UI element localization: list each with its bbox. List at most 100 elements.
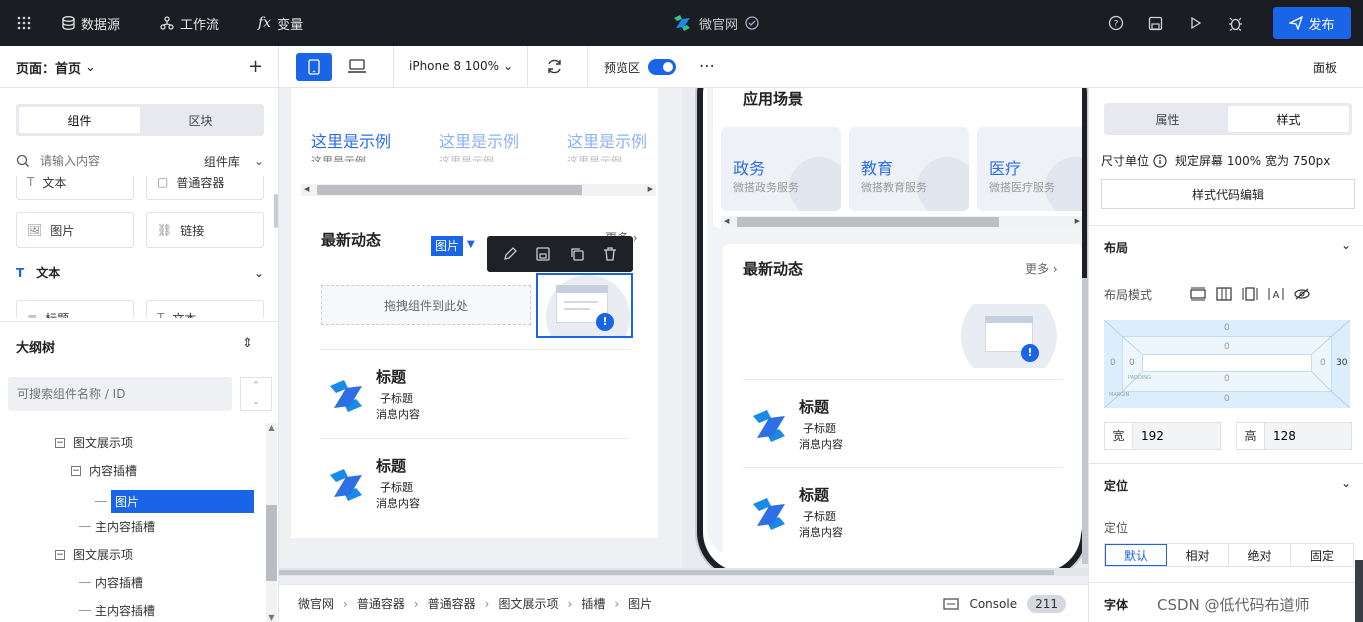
inline-text-icon[interactable]: A [1267, 285, 1285, 303]
collapse-box-icon[interactable]: − [71, 465, 81, 476]
padding-right-value[interactable]: 0 [1320, 358, 1326, 368]
margin-right-value[interactable]: 30 [1336, 358, 1347, 368]
selected-image[interactable]: ! [536, 273, 633, 338]
tab-properties[interactable]: 属性 [1107, 106, 1228, 132]
news-item[interactable]: 标题 子标题 消息内容 [320, 438, 630, 527]
phone-more-link[interactable]: 更多 › [1025, 260, 1058, 277]
outline-node[interactable]: − 图文展示项 [55, 434, 133, 451]
console-toggle[interactable]: Console 211 [943, 594, 1066, 613]
breadcrumb-item[interactable]: 普通容器 [428, 595, 476, 612]
padding-top-value[interactable]: 0 [1224, 342, 1230, 352]
dropzone[interactable]: 拖拽组件到此处 [321, 285, 531, 325]
breadcrumb-item[interactable]: 微官网 [298, 595, 334, 612]
position-fixed[interactable]: 固定 [1291, 544, 1353, 566]
position-default[interactable]: 默认 [1105, 544, 1167, 566]
component-link[interactable]: ⛓ 链接 [146, 212, 264, 248]
outline-node[interactable]: 主内容插槽 [71, 602, 155, 619]
help-icon[interactable]: ? [1108, 0, 1124, 46]
outline-node[interactable]: − 内容插槽 [71, 462, 137, 479]
panel-toggle[interactable]: 面板 [1313, 59, 1337, 76]
side-scroll-handle[interactable] [1355, 560, 1363, 622]
breadcrumb-item[interactable]: 图片 [628, 595, 652, 612]
chevron-down-icon[interactable]: ⌄ [1341, 238, 1351, 252]
delete-icon[interactable] [602, 246, 618, 262]
add-page-icon[interactable]: + [248, 56, 263, 77]
workflow-button[interactable]: 工作流 [160, 0, 219, 46]
scene-tile[interactable]: 政务 微搭政务服务 [721, 127, 841, 211]
component-text[interactable]: T 文本 [16, 176, 134, 200]
scene-tile[interactable]: 医疗 微搭医疗服务 [977, 127, 1082, 211]
tab-styles[interactable]: 样式 [1228, 106, 1349, 132]
examples-scrollbar[interactable]: ◀ ▶ [301, 184, 656, 196]
component-textblock[interactable]: T 文本 [146, 300, 264, 318]
scene-scrollbar[interactable]: ◀ ▶ [721, 216, 1082, 228]
tab-blocks[interactable]: 区块 [140, 107, 261, 133]
collapse-box-icon[interactable]: − [55, 437, 65, 448]
position-relative[interactable]: 相对 [1167, 544, 1229, 566]
news-item[interactable]: 标题 子标题 消息内容 [320, 349, 630, 438]
component-heading[interactable]: ≡ 标题 [16, 300, 134, 318]
hidden-eye-icon[interactable] [1293, 285, 1311, 303]
edit-icon[interactable] [502, 246, 518, 262]
save-icon[interactable] [1148, 0, 1163, 46]
chevron-down-icon[interactable]: ⌄ [252, 397, 260, 407]
text-group-header[interactable]: T 文本 ⌄ [16, 264, 264, 281]
block-layout-icon[interactable] [1189, 285, 1207, 303]
run-icon[interactable] [1190, 0, 1202, 46]
scene-scrollbar-thumb[interactable] [737, 217, 999, 227]
chevron-up-icon[interactable]: ⌃ [252, 381, 260, 391]
library-selector[interactable]: 组件库 [204, 153, 240, 170]
position-absolute[interactable]: 绝对 [1229, 544, 1291, 566]
publish-button[interactable]: 发布 [1273, 7, 1351, 39]
outline-stepper[interactable]: ⌃ ⌄ [240, 377, 272, 411]
search-input[interactable] [40, 154, 180, 168]
news-item[interactable]: 标题 子标题 消息内容 [743, 467, 1063, 555]
outline-node[interactable]: − 图文展示项 [55, 546, 133, 563]
example-item[interactable]: 这里是示例 这里是示例 [439, 128, 559, 162]
mobile-view-button[interactable] [296, 53, 332, 81]
flex-layout-icon[interactable] [1215, 285, 1233, 303]
preview-toggle[interactable] [648, 59, 676, 75]
desktop-view-button[interactable] [347, 58, 367, 77]
outline-node[interactable]: 内容插槽 [71, 574, 143, 591]
style-code-button[interactable]: 样式代码编辑 [1101, 179, 1355, 209]
box-model[interactable]: MARGIN PADDING 0 0 0 0 0 0 0 30 [1104, 320, 1350, 408]
inline-block-icon[interactable] [1241, 285, 1259, 303]
examples-scrollbar-thumb[interactable] [317, 185, 582, 195]
outline-node[interactable]: 图片 [87, 490, 254, 513]
outline-search-input[interactable] [8, 377, 232, 411]
news-item[interactable]: 标题 子标题 消息内容 [743, 379, 1063, 467]
example-item[interactable]: 这里是示例 这里是示例 [567, 128, 658, 162]
collapse-box-icon[interactable]: − [55, 549, 65, 560]
component-image[interactable]: 🖼 图片 [16, 212, 134, 248]
padding-left-value[interactable]: 0 [1129, 358, 1135, 368]
more-options-icon[interactable]: ⋯ [699, 56, 715, 75]
copy-icon[interactable] [569, 246, 585, 262]
height-input[interactable] [1265, 429, 1345, 443]
width-input[interactable] [1133, 429, 1213, 443]
page-selector[interactable]: 页面：首页 ⌄ [16, 58, 96, 77]
save-icon[interactable] [535, 246, 551, 262]
chevron-down-icon[interactable]: ⌄ [254, 154, 264, 168]
collapse-icon[interactable]: ⇕ [242, 336, 253, 351]
breadcrumb-item[interactable]: 插槽 [581, 595, 605, 612]
chevron-down-icon[interactable]: ⌄ [1341, 476, 1351, 490]
example-item[interactable]: 这里是示例 这里是示例 [311, 128, 431, 162]
outline-scrollbar-track[interactable]: ▲ ▼ [266, 423, 277, 622]
margin-left-value[interactable]: 0 [1110, 358, 1116, 368]
breadcrumb-item[interactable]: 图文展示项 [498, 595, 558, 612]
outline-scrollbar-thumb[interactable] [266, 505, 277, 581]
margin-top-value[interactable]: 0 [1224, 323, 1230, 333]
component-container[interactable]: ▢ 普通容器 [146, 176, 264, 200]
padding-bottom-value[interactable]: 0 [1224, 374, 1230, 384]
refresh-icon[interactable] [546, 58, 563, 78]
variables-button[interactable]: fx 变量 [258, 0, 303, 46]
margin-bottom-value[interactable]: 0 [1224, 394, 1230, 404]
apps-grid-icon[interactable] [16, 0, 32, 46]
components-scrollbar[interactable] [274, 194, 278, 228]
tab-components[interactable]: 组件 [19, 107, 140, 133]
datasource-button[interactable]: 数据源 [62, 0, 120, 46]
canvas-hscrollbar[interactable] [279, 568, 1088, 576]
image-tag[interactable]: 图片 [431, 236, 464, 256]
info-icon[interactable] [1153, 153, 1167, 168]
